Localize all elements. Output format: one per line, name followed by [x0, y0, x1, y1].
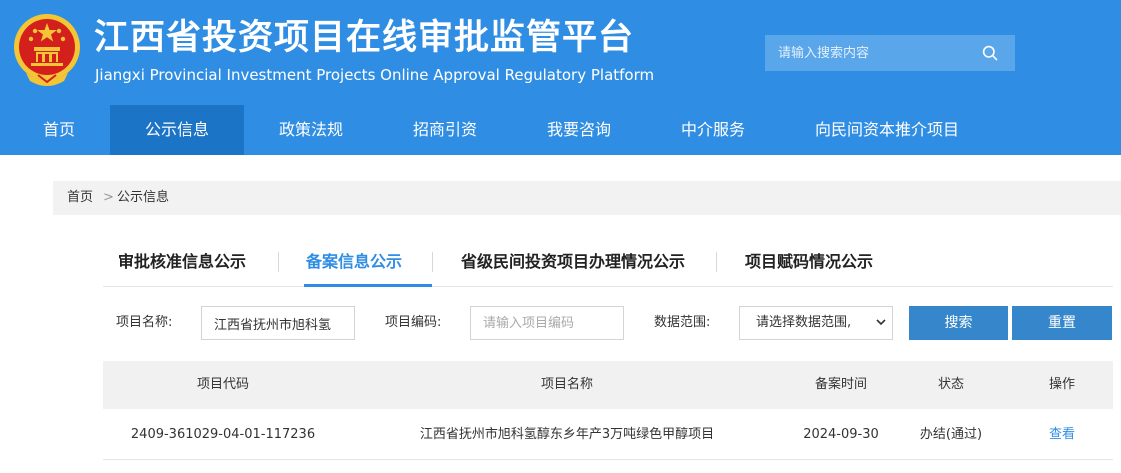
data-range-select[interactable]: 请选择数据范围,	[739, 306, 893, 340]
breadcrumb-home[interactable]: 首页	[67, 181, 93, 215]
reset-button[interactable]: 重置	[1012, 306, 1112, 340]
column-header-name: 项目名称	[540, 377, 593, 392]
nav-item-investment[interactable]: 招商引资	[378, 105, 512, 155]
status-cell: 办结(通过)	[919, 427, 983, 442]
project-name-input[interactable]	[201, 306, 355, 340]
data-range-label: 数据范围:	[654, 315, 711, 330]
table-row: 2409-361029-04-01-117236 江西省抚州市旭科氢醇东乡年产3…	[103, 410, 1113, 460]
nav-item-policies[interactable]: 政策法规	[244, 105, 378, 155]
tab-code-assignment[interactable]: 项目赋码情况公示	[745, 238, 873, 286]
tab-private-investment[interactable]: 省级民间投资项目办理情况公示	[461, 238, 685, 286]
header-search	[765, 35, 1015, 71]
tab-divider	[278, 252, 279, 272]
tab-filing-info[interactable]: 备案信息公示	[306, 238, 402, 286]
tab-bar: 审批核准信息公示 备案信息公示 省级民间投资项目办理情况公示 项目赋码情况公示	[103, 238, 1113, 288]
tab-approval-info[interactable]: 审批核准信息公示	[118, 238, 246, 286]
breadcrumb: 首页 > 公示信息	[53, 181, 1121, 215]
site-title: 江西省投资项目在线审批监管平台	[94, 18, 635, 58]
project-name-cell: 江西省抚州市旭科氢醇东乡年产3万吨绿色甲醇项目	[419, 427, 715, 442]
column-header-date: 备案时间	[814, 377, 867, 392]
data-range-value: 请选择数据范围,	[756, 315, 852, 330]
column-header-action: 操作	[1048, 377, 1075, 392]
main-nav: 首页 公示信息 政策法规 招商引资 我要咨询 中介服务 向民间资本推介项目	[0, 105, 1121, 155]
project-code-input[interactable]	[470, 306, 624, 340]
breadcrumb-separator: >	[103, 190, 114, 205]
nav-item-private-capital[interactable]: 向民间资本推介项目	[780, 105, 994, 155]
tab-divider	[716, 252, 717, 272]
tab-bar-rule	[103, 286, 1113, 287]
search-button[interactable]	[965, 35, 1015, 71]
nav-item-agency[interactable]: 中介服务	[646, 105, 780, 155]
nav-item-public-info[interactable]: 公示信息	[110, 105, 244, 155]
active-tab-indicator	[304, 284, 432, 287]
filing-date-cell: 2024-09-30	[803, 427, 879, 442]
chevron-down-icon	[876, 319, 886, 326]
project-code-cell: 2409-361029-04-01-117236	[130, 427, 316, 442]
nav-item-home[interactable]: 首页	[0, 105, 118, 155]
column-header-code: 项目代码	[196, 377, 249, 392]
column-header-status: 状态	[937, 377, 964, 392]
search-input[interactable]	[765, 35, 970, 71]
tab-divider	[432, 252, 433, 272]
search-button[interactable]: 搜索	[909, 306, 1008, 340]
site-header: 江西省投资项目在线审批监管平台 Jiangxi Provincial Inves…	[0, 0, 1121, 105]
project-code-label: 项目编码:	[385, 315, 442, 330]
breadcrumb-current: 公示信息	[117, 190, 170, 205]
nav-item-consult[interactable]: 我要咨询	[512, 105, 646, 155]
view-link[interactable]: 查看	[1011, 410, 1113, 460]
table-header: 项目代码 项目名称 备案时间 状态 操作	[103, 361, 1113, 409]
national-emblem-icon	[14, 14, 80, 86]
site-subtitle: Jiangxi Provincial Investment Projects O…	[95, 66, 655, 84]
project-name-label: 项目名称:	[116, 315, 173, 330]
search-icon	[982, 45, 998, 61]
